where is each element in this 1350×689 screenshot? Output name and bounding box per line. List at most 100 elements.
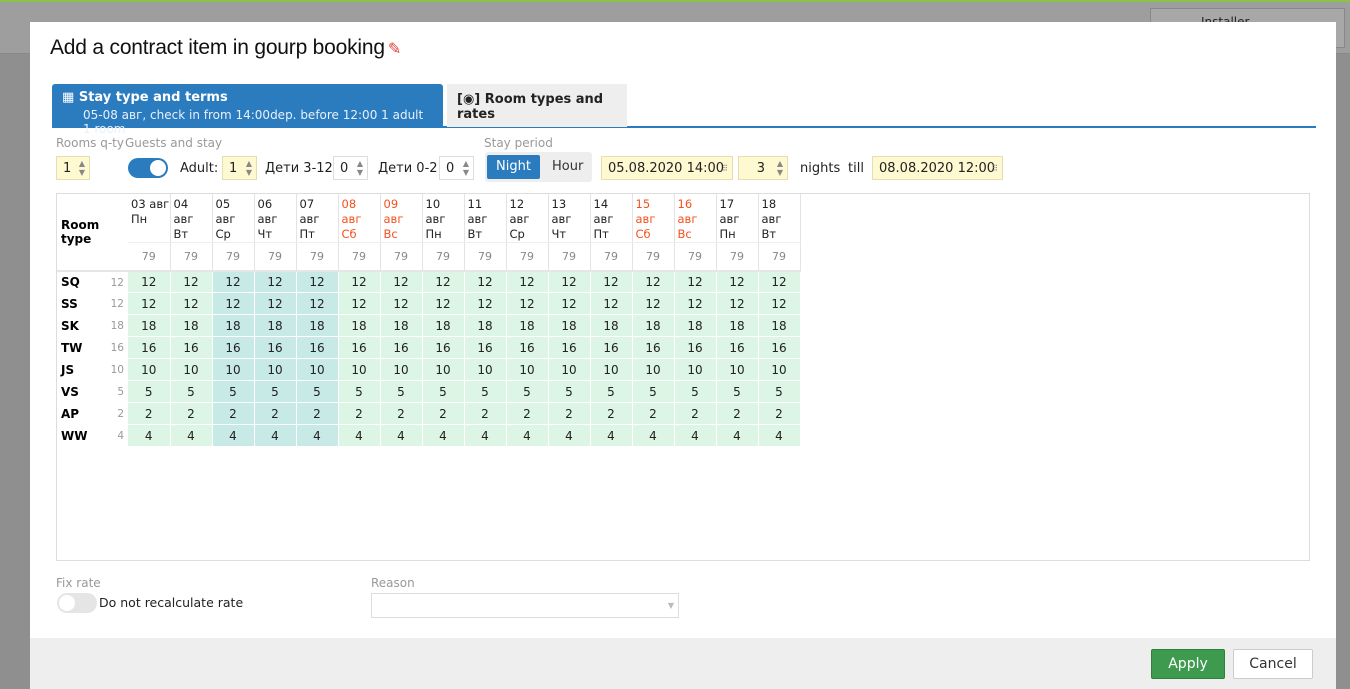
availability-cell[interactable]: 16 — [170, 336, 213, 359]
availability-cell[interactable]: 4 — [632, 424, 675, 447]
availability-cell[interactable]: 10 — [212, 358, 255, 381]
availability-cell[interactable]: 12 — [674, 292, 717, 315]
availability-cell[interactable]: 2 — [170, 402, 213, 425]
availability-cell[interactable]: 5 — [212, 380, 255, 403]
availability-cell[interactable]: 12 — [758, 270, 801, 293]
children-3-12-stepper[interactable]: 0 ▲ ▼ — [333, 156, 368, 180]
availability-cell[interactable]: 2 — [296, 402, 339, 425]
availability-cell[interactable]: 10 — [128, 358, 171, 381]
adult-stepper[interactable]: 1 ▲ ▼ — [222, 156, 257, 180]
availability-cell[interactable]: 4 — [548, 424, 591, 447]
availability-cell[interactable]: 16 — [464, 336, 507, 359]
availability-cell[interactable]: 2 — [254, 402, 297, 425]
availability-cell[interactable]: 2 — [212, 402, 255, 425]
availability-cell[interactable]: 16 — [590, 336, 633, 359]
availability-cell[interactable]: 16 — [338, 336, 381, 359]
availability-cell[interactable]: 16 — [422, 336, 465, 359]
availability-cell[interactable]: 12 — [170, 270, 213, 293]
availability-cell[interactable]: 18 — [464, 314, 507, 337]
availability-cell[interactable]: 4 — [758, 424, 801, 447]
availability-cell[interactable]: 18 — [590, 314, 633, 337]
availability-cell[interactable]: 12 — [422, 292, 465, 315]
availability-cell[interactable]: 12 — [506, 292, 549, 315]
availability-cell[interactable]: 10 — [338, 358, 381, 381]
availability-cell[interactable]: 12 — [128, 270, 171, 293]
stepper-arrows-icon[interactable]: ▲ ▼ — [246, 159, 252, 177]
availability-cell[interactable]: 4 — [128, 424, 171, 447]
cancel-button[interactable]: Cancel — [1233, 649, 1313, 679]
availability-cell[interactable]: 5 — [590, 380, 633, 403]
availability-cell[interactable]: 2 — [590, 402, 633, 425]
availability-cell[interactable]: 4 — [338, 424, 381, 447]
stepper-arrows-icon[interactable]: ▲ ▼ — [357, 159, 363, 177]
availability-cell[interactable]: 12 — [464, 270, 507, 293]
calendar-grid-icon[interactable]: ⠿ — [992, 164, 998, 173]
availability-cell[interactable]: 5 — [506, 380, 549, 403]
availability-cell[interactable]: 10 — [716, 358, 759, 381]
nights-stepper[interactable]: 3 ▲ ▼ — [738, 156, 788, 180]
availability-cell[interactable]: 12 — [632, 270, 675, 293]
availability-cell[interactable]: 12 — [338, 292, 381, 315]
fix-rate-toggle[interactable] — [57, 593, 97, 613]
availability-cell[interactable]: 12 — [632, 292, 675, 315]
availability-cell[interactable]: 5 — [632, 380, 675, 403]
availability-cell[interactable]: 4 — [422, 424, 465, 447]
availability-cell[interactable]: 5 — [338, 380, 381, 403]
availability-cell[interactable]: 5 — [170, 380, 213, 403]
availability-cell[interactable]: 18 — [170, 314, 213, 337]
availability-cell[interactable]: 18 — [254, 314, 297, 337]
availability-cell[interactable]: 12 — [380, 292, 423, 315]
availability-cell[interactable]: 10 — [380, 358, 423, 381]
availability-cell[interactable]: 2 — [758, 402, 801, 425]
availability-cell[interactable]: 2 — [338, 402, 381, 425]
availability-cell[interactable]: 12 — [548, 270, 591, 293]
hour-button[interactable]: Hour — [543, 155, 592, 179]
availability-cell[interactable]: 16 — [254, 336, 297, 359]
availability-cell[interactable]: 16 — [716, 336, 759, 359]
availability-cell[interactable]: 12 — [170, 292, 213, 315]
availability-cell[interactable]: 12 — [464, 292, 507, 315]
availability-cell[interactable]: 10 — [506, 358, 549, 381]
availability-cell[interactable]: 10 — [296, 358, 339, 381]
availability-cell[interactable]: 4 — [716, 424, 759, 447]
availability-cell[interactable]: 10 — [422, 358, 465, 381]
availability-cell[interactable]: 10 — [548, 358, 591, 381]
availability-cell[interactable]: 18 — [296, 314, 339, 337]
availability-cell[interactable]: 12 — [590, 292, 633, 315]
stepper-arrows-icon[interactable]: ▲ ▼ — [463, 159, 469, 177]
availability-cell[interactable]: 18 — [506, 314, 549, 337]
availability-cell[interactable]: 10 — [674, 358, 717, 381]
availability-cell[interactable]: 5 — [128, 380, 171, 403]
availability-cell[interactable]: 4 — [170, 424, 213, 447]
stepper-arrows-icon[interactable]: ▲ ▼ — [777, 159, 783, 177]
availability-cell[interactable]: 2 — [128, 402, 171, 425]
availability-cell[interactable]: 18 — [674, 314, 717, 337]
rooms-qty-stepper[interactable]: 1 ▲ ▼ — [56, 156, 90, 180]
night-button[interactable]: Night — [487, 155, 540, 179]
availability-cell[interactable]: 10 — [170, 358, 213, 381]
stepper-arrows-icon[interactable]: ▲ ▼ — [79, 159, 85, 177]
availability-cell[interactable]: 2 — [422, 402, 465, 425]
availability-cell[interactable]: 4 — [254, 424, 297, 447]
availability-cell[interactable]: 12 — [674, 270, 717, 293]
availability-cell[interactable]: 2 — [548, 402, 591, 425]
tab-room-types-and-rates[interactable]: [◉] Room types and rates — [447, 84, 627, 127]
availability-cell[interactable]: 18 — [716, 314, 759, 337]
availability-cell[interactable]: 4 — [212, 424, 255, 447]
availability-cell[interactable]: 16 — [506, 336, 549, 359]
availability-cell[interactable]: 16 — [758, 336, 801, 359]
availability-cell[interactable]: 12 — [506, 270, 549, 293]
availability-cell[interactable]: 5 — [422, 380, 465, 403]
availability-cell[interactable]: 2 — [716, 402, 759, 425]
availability-cell[interactable]: 18 — [548, 314, 591, 337]
availability-cell[interactable]: 4 — [506, 424, 549, 447]
availability-cell[interactable]: 12 — [254, 292, 297, 315]
availability-cell[interactable]: 4 — [464, 424, 507, 447]
availability-cell[interactable]: 16 — [380, 336, 423, 359]
children-0-2-stepper[interactable]: 0 ▲ ▼ — [439, 156, 474, 180]
availability-cell[interactable]: 12 — [128, 292, 171, 315]
availability-cell[interactable]: 5 — [674, 380, 717, 403]
availability-cell[interactable]: 18 — [632, 314, 675, 337]
availability-cell[interactable]: 2 — [674, 402, 717, 425]
availability-cell[interactable]: 18 — [758, 314, 801, 337]
